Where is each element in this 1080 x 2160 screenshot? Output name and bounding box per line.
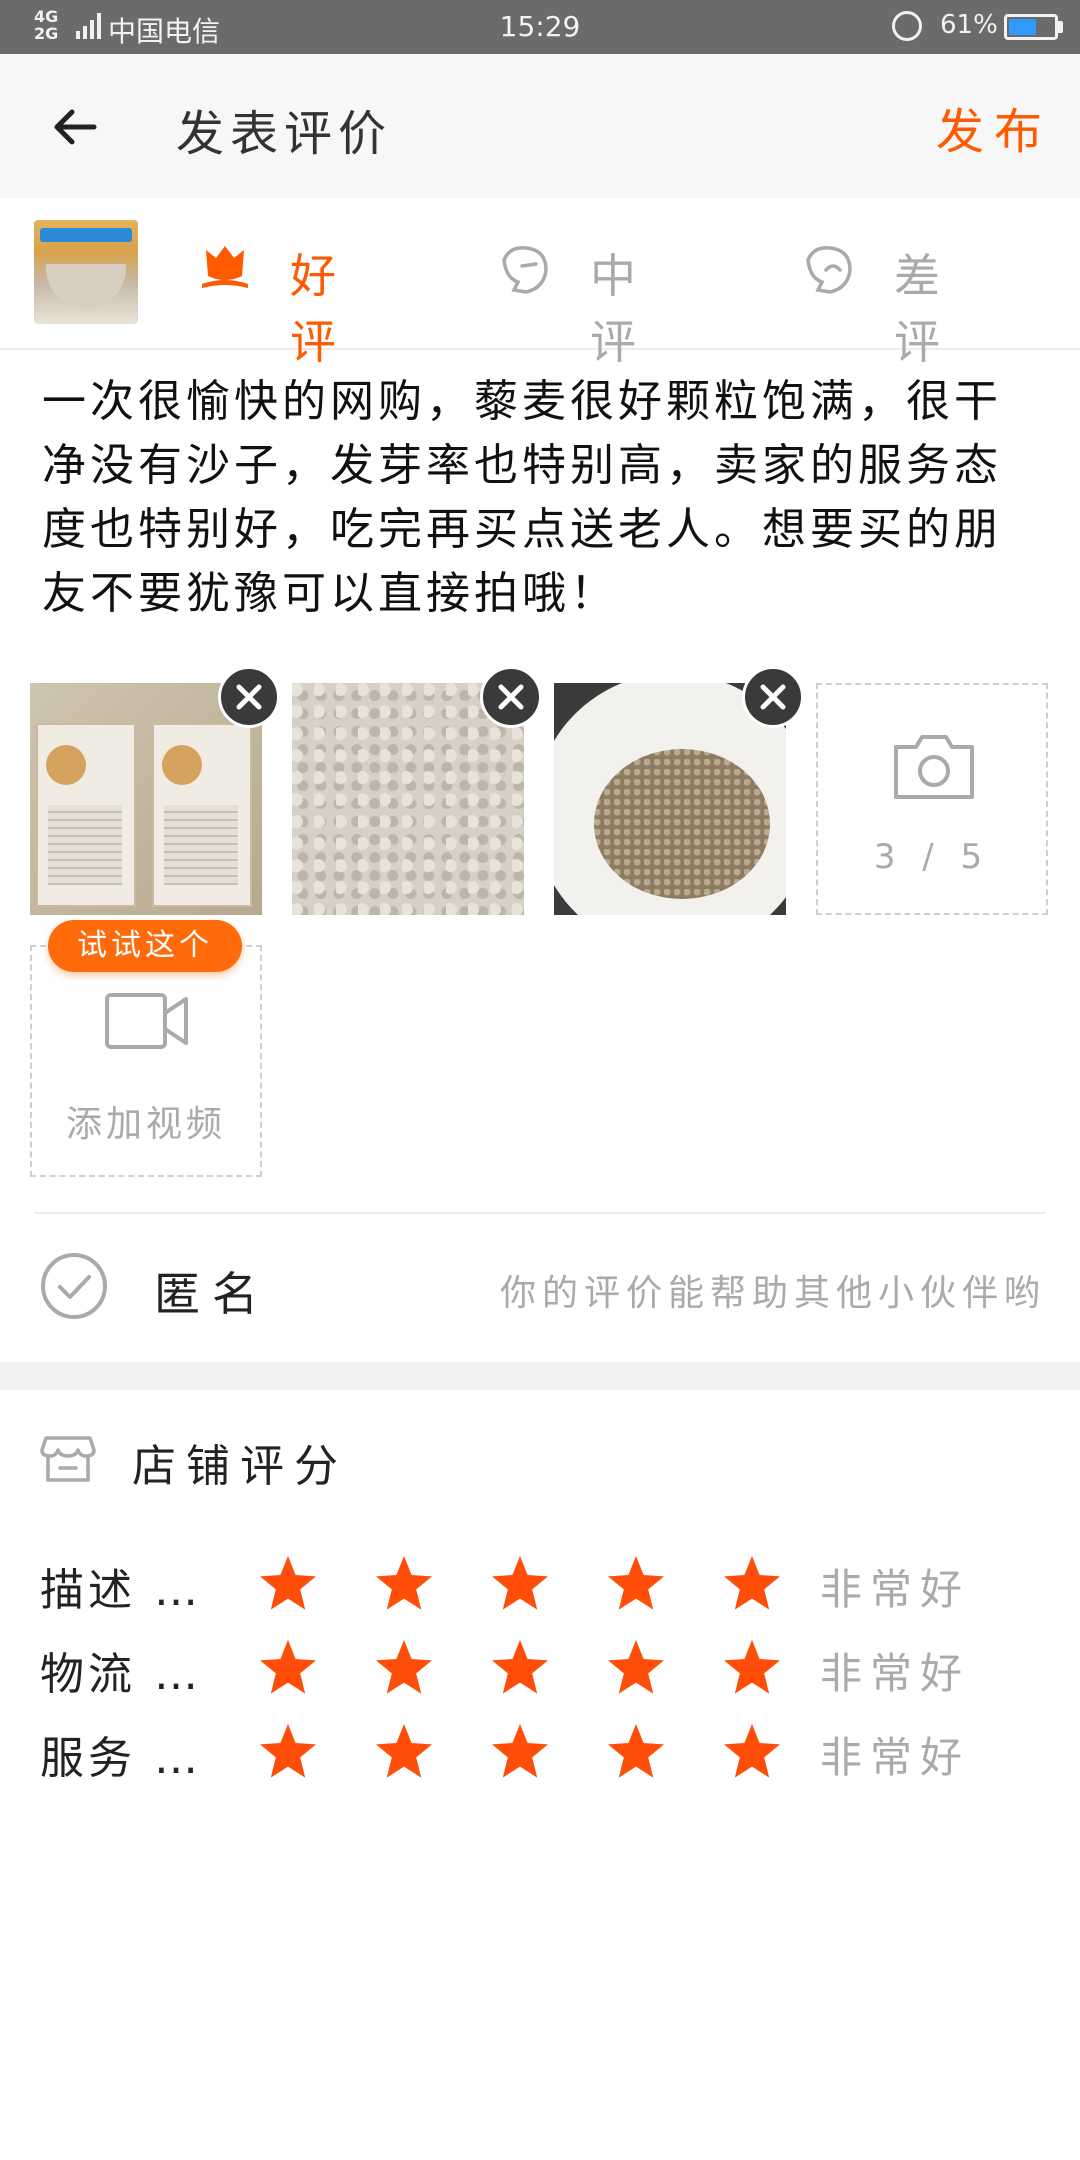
flower-icon [202,246,248,288]
battery-tip [1058,21,1063,33]
shop-rating-title: 店铺评分 [132,1441,348,1492]
close-icon [236,684,262,710]
rating-tabs: 好评 中评 差评 [0,198,1080,369]
star-icon[interactable] [722,1554,782,1612]
review-textarea[interactable]: 一次很愉快的网购，藜麦很好颗粒饱满，很干净没有沙子，发芽率也特别高，卖家的服务态… [42,370,1042,626]
star-icon[interactable] [722,1638,782,1696]
anonymous-hint: 你的评价能帮助其他小伙伴哟 [499,1273,1046,1314]
status-bar: 4G 2G 中国电信 15:29 61% [0,0,1080,54]
star-icon[interactable] [374,1554,434,1612]
rating-text: 非常好 [820,1649,971,1698]
neutral-face-icon [502,246,548,294]
remove-photo-button[interactable] [742,666,804,728]
star-icon[interactable] [490,1554,550,1612]
shop-icon [40,1436,96,1482]
star-icon[interactable] [606,1722,666,1780]
remove-photo-button[interactable] [480,666,542,728]
star-icon[interactable] [258,1638,318,1696]
star-icon[interactable] [374,1722,434,1780]
battery-percent: 61% [940,10,998,40]
rating-text: 非常好 [820,1565,971,1614]
rating-label: 描述 … [40,1565,202,1616]
star-icon[interactable] [606,1638,666,1696]
video-icon [105,993,188,1049]
publish-button[interactable]: 发布 [936,92,1052,162]
tab-good-label: 好评 [290,249,346,369]
section-gap [0,1362,1080,1390]
add-video-label: 添加视频 [65,1104,226,1145]
rating-row: 服务 … 非常好 [0,1712,1080,1792]
product-thumbnail [34,220,138,324]
photo-count: 3 / 5 [873,837,991,877]
rating-label: 服务 … [40,1733,202,1784]
rating-row: 物流 … 非常好 [0,1628,1080,1708]
app-header: 发表评价 发布 [0,54,1080,198]
close-icon [760,684,786,710]
battery-icon [1004,14,1058,40]
back-arrow-icon[interactable] [50,102,100,152]
try-it-badge[interactable]: 试试这个 [48,920,242,972]
star-icon[interactable] [722,1722,782,1780]
star-icon[interactable] [258,1722,318,1780]
divider [34,1212,1046,1214]
anonymous-label[interactable]: 匿名 [154,1258,270,1324]
page-title: 发表评价 [176,106,393,162]
rating-label: 物流 … [40,1649,202,1700]
star-icon[interactable] [606,1554,666,1612]
check-circle-icon[interactable] [40,1252,108,1320]
bad-face-icon [806,246,852,294]
star-icon[interactable] [258,1554,318,1612]
add-photo-button[interactable]: 3 / 5 [816,683,1048,915]
rating-row: 描述 … 非常好 [0,1544,1080,1624]
rating-text: 非常好 [820,1733,971,1782]
camera-icon [894,735,974,799]
star-icon[interactable] [490,1638,550,1696]
close-icon [498,684,524,710]
rotation-lock-icon [892,11,922,41]
star-icon[interactable] [490,1722,550,1780]
tab-bad-label: 差评 [894,249,950,369]
remove-photo-button[interactable] [218,666,280,728]
add-video-button[interactable]: 添加视频 [30,945,262,1177]
star-icon[interactable] [374,1638,434,1696]
tab-neutral-label: 中评 [590,249,646,369]
